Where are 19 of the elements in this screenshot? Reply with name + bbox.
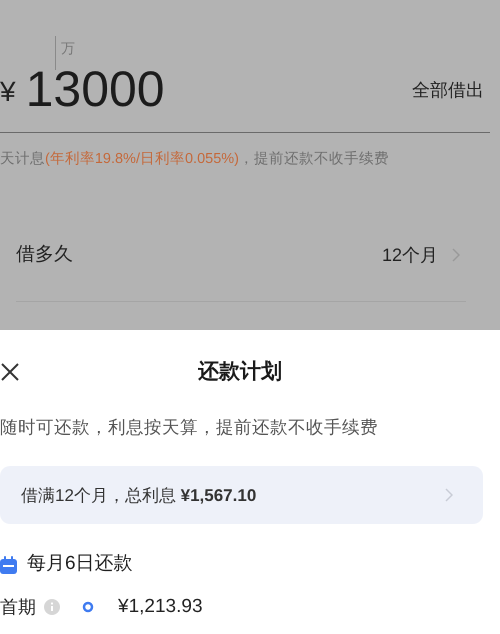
sheet-subtitle: 随时可还款，利息按天算，提前还款不收手续费 <box>0 416 379 439</box>
unit-hint: 万 <box>61 41 75 55</box>
interest-note: 天计息(年利率19.8%/日利率0.055%)，提前还款不收手续费 <box>0 150 390 169</box>
amount-input[interactable]: 13000 <box>26 64 165 114</box>
info-icon <box>44 599 60 615</box>
close-button[interactable] <box>0 362 20 382</box>
schedule-title: 每月6日还款 <box>27 552 133 576</box>
term-selector[interactable]: 12个月 <box>382 242 460 268</box>
timeline-dot-icon <box>82 601 94 613</box>
chevron-right-icon <box>452 248 460 262</box>
close-icon <box>0 362 20 382</box>
installment-label: 首期 <box>0 596 36 618</box>
chevron-right-icon <box>445 488 453 502</box>
term-label: 借多久 <box>16 242 73 267</box>
borrow-all-button[interactable]: 全部借出 <box>412 77 484 104</box>
currency-sign: ¥ <box>0 78 16 106</box>
interest-summary-card[interactable]: 借满12个月，总利息 ¥1,567.10 <box>0 466 483 524</box>
sheet-title: 还款计划 <box>198 359 282 386</box>
installment-amount: ¥1,213.93 <box>118 594 203 619</box>
